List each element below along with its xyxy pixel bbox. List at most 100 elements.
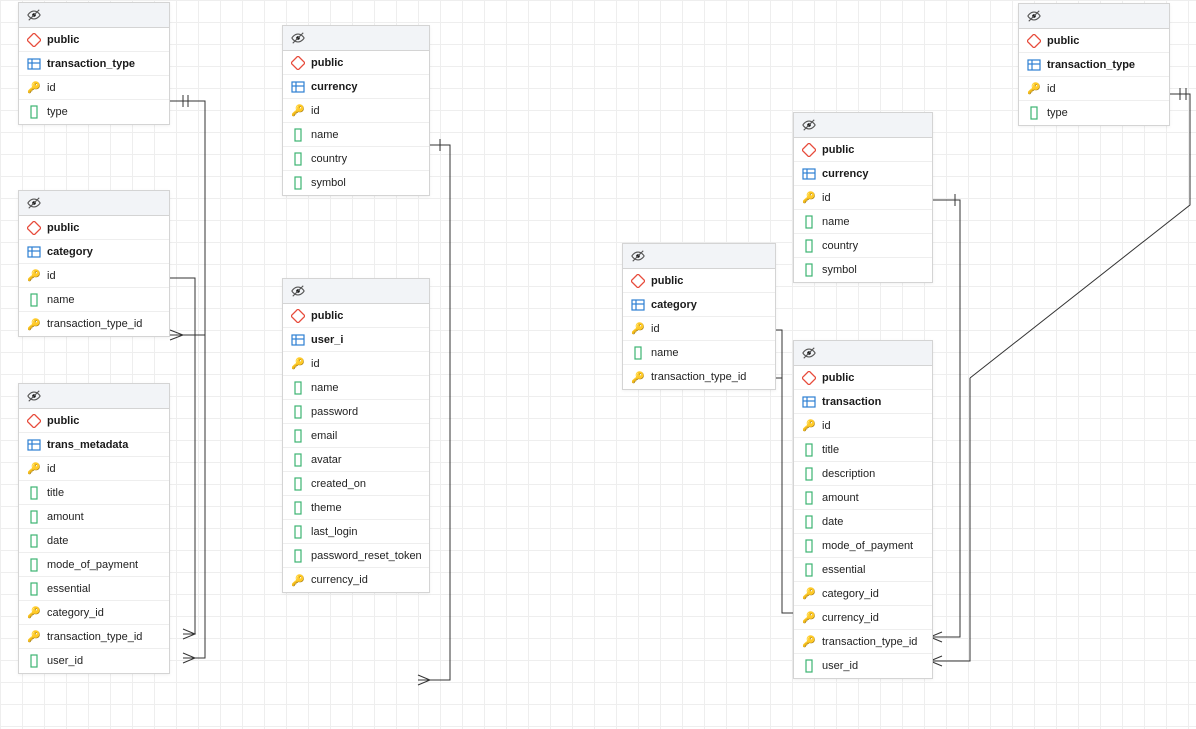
column-row: date <box>794 510 932 534</box>
schema-row: public <box>19 409 169 433</box>
fk-icon: 🔑 <box>802 587 816 601</box>
column-row: 🔑transaction_type_id <box>19 625 169 649</box>
erd-table-category[interactable]: public category 🔑id name 🔑transaction_ty… <box>622 243 776 390</box>
schema-row: public <box>794 366 932 390</box>
fk-icon: 🔑 <box>802 611 816 625</box>
column-row: user_id <box>794 654 932 678</box>
table-header[interactable] <box>19 3 169 28</box>
column-icon <box>27 510 41 524</box>
fk-icon: 🔑 <box>27 317 41 331</box>
column-row: 🔑id <box>794 186 932 210</box>
column-row: 🔑category_id <box>19 601 169 625</box>
column-icon <box>802 215 816 229</box>
table-header[interactable] <box>623 244 775 269</box>
column-row: password <box>283 400 429 424</box>
erd-table-currency[interactable]: public currency 🔑id name country symbol <box>793 112 933 283</box>
table-name-row: category <box>623 293 775 317</box>
column-row: title <box>19 481 169 505</box>
visibility-off-icon <box>802 346 816 360</box>
column-row: 🔑id <box>1019 77 1169 101</box>
column-icon <box>291 477 305 491</box>
erd-table-category[interactable]: public category 🔑id name 🔑transaction_ty… <box>18 190 170 337</box>
column-row: 🔑id <box>283 99 429 123</box>
column-row: amount <box>794 486 932 510</box>
column-icon <box>27 105 41 119</box>
table-name-row: currency <box>283 75 429 99</box>
table-icon <box>27 438 41 452</box>
erd-table-transaction-type[interactable]: public transaction_type 🔑id type <box>1018 3 1170 126</box>
table-name-row: user_i <box>283 328 429 352</box>
table-header[interactable] <box>283 279 429 304</box>
column-row: theme <box>283 496 429 520</box>
column-icon <box>291 525 305 539</box>
column-row: mode_of_payment <box>19 553 169 577</box>
erd-table-trans-metadata[interactable]: public trans_metadata 🔑id title amount d… <box>18 383 170 674</box>
column-row: type <box>1019 101 1169 125</box>
fk-icon: 🔑 <box>802 635 816 649</box>
visibility-off-icon <box>631 249 645 263</box>
table-name-row: trans_metadata <box>19 433 169 457</box>
table-name-row: transaction_type <box>1019 53 1169 77</box>
table-header[interactable] <box>794 113 932 138</box>
table-header[interactable] <box>19 191 169 216</box>
column-icon <box>1027 106 1041 120</box>
table-header[interactable] <box>1019 4 1169 29</box>
visibility-off-icon <box>27 196 41 210</box>
table-header[interactable] <box>794 341 932 366</box>
column-row: amount <box>19 505 169 529</box>
schema-icon <box>291 56 305 70</box>
visibility-off-icon <box>291 284 305 298</box>
schema-row: public <box>794 138 932 162</box>
table-name-row: transaction <box>794 390 932 414</box>
column-row: name <box>794 210 932 234</box>
column-icon <box>291 152 305 166</box>
column-row: 🔑id <box>19 457 169 481</box>
table-icon <box>291 333 305 347</box>
column-icon <box>27 534 41 548</box>
column-row: name <box>19 288 169 312</box>
erd-table-user[interactable]: public user_i 🔑id name password email av… <box>282 278 430 593</box>
pk-icon: 🔑 <box>291 104 305 118</box>
pk-icon: 🔑 <box>1027 82 1041 96</box>
schema-row: public <box>19 28 169 52</box>
column-row: 🔑transaction_type_id <box>794 630 932 654</box>
table-header[interactable] <box>19 384 169 409</box>
pk-icon: 🔑 <box>27 81 41 95</box>
column-icon <box>291 549 305 563</box>
table-name-row: category <box>19 240 169 264</box>
column-name: type <box>47 106 68 118</box>
column-icon <box>291 501 305 515</box>
column-icon <box>291 176 305 190</box>
column-row: name <box>283 376 429 400</box>
column-icon <box>802 659 816 673</box>
column-row: name <box>623 341 775 365</box>
visibility-off-icon <box>27 8 41 22</box>
fk-icon: 🔑 <box>291 573 305 587</box>
column-row: date <box>19 529 169 553</box>
column-row: 🔑id <box>283 352 429 376</box>
schema-label: public <box>47 34 79 46</box>
column-icon <box>27 293 41 307</box>
column-row: symbol <box>794 258 932 282</box>
column-name: id <box>47 82 56 94</box>
schema-icon <box>631 274 645 288</box>
column-icon <box>802 515 816 529</box>
erd-table-currency[interactable]: public currency 🔑id name country symbol <box>282 25 430 196</box>
column-icon <box>802 539 816 553</box>
column-row: country <box>794 234 932 258</box>
table-icon <box>631 298 645 312</box>
column-row: created_on <box>283 472 429 496</box>
schema-row: public <box>1019 29 1169 53</box>
column-icon <box>27 558 41 572</box>
column-row: 🔑category_id <box>794 582 932 606</box>
column-icon <box>802 263 816 277</box>
erd-table-transaction-type[interactable]: public transaction_type 🔑 id type <box>18 2 170 125</box>
column-row: essential <box>19 577 169 601</box>
column-row: avatar <box>283 448 429 472</box>
schema-icon <box>291 309 305 323</box>
column-row: title <box>794 438 932 462</box>
table-icon <box>291 80 305 94</box>
column-row: 🔑id <box>19 264 169 288</box>
table-header[interactable] <box>283 26 429 51</box>
erd-table-transaction[interactable]: public transaction 🔑id title description… <box>793 340 933 679</box>
